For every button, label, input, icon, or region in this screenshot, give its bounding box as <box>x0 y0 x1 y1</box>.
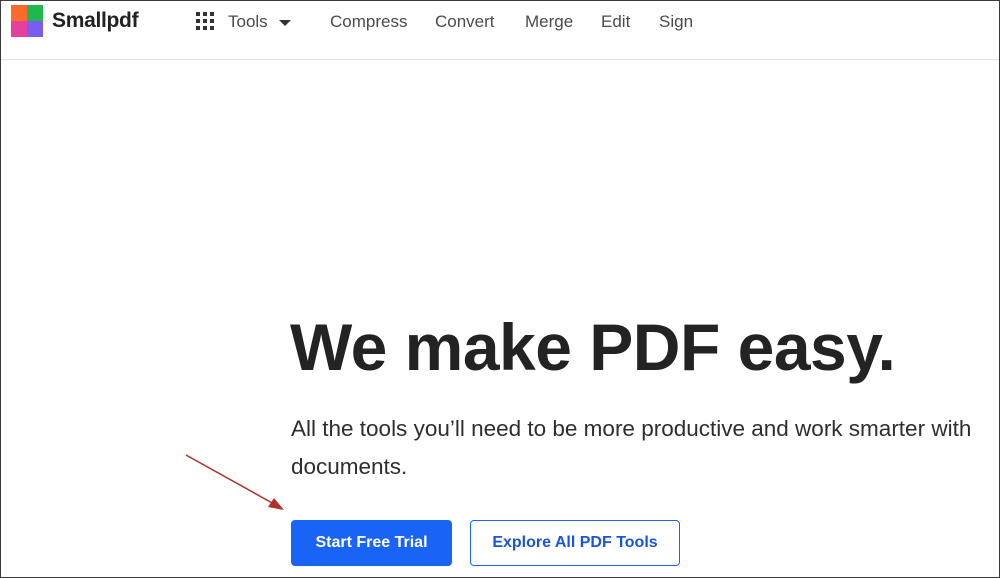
nav-link-sign[interactable]: Sign <box>659 12 693 32</box>
tools-menu-button[interactable]: Tools <box>196 10 291 34</box>
logo-square-4 <box>27 21 43 37</box>
caret-down-icon <box>278 19 291 26</box>
start-free-trial-button[interactable]: Start Free Trial <box>291 520 452 566</box>
nav-link-merge[interactable]: Merge <box>525 12 573 32</box>
browser-viewport: Smallpdf Tools Compress Convert Merge Ed… <box>0 0 1000 578</box>
explore-all-pdf-tools-button[interactable]: Explore All PDF Tools <box>470 520 680 566</box>
tools-label: Tools <box>228 12 268 31</box>
smallpdf-logo-icon <box>11 5 43 37</box>
apps-grid-icon <box>196 12 216 32</box>
logo-square-1 <box>11 5 27 21</box>
logo-square-2 <box>27 5 43 21</box>
hero-title: We make PDF easy. <box>290 310 896 384</box>
brand-name: Smallpdf <box>52 9 139 32</box>
hero-subtitle: All the tools you’ll need to be more pro… <box>291 416 972 479</box>
top-nav-bar: Smallpdf Tools Compress Convert Merge Ed… <box>1 1 999 60</box>
logo-square-3 <box>11 21 27 37</box>
nav-link-edit[interactable]: Edit <box>601 12 630 32</box>
nav-link-compress[interactable]: Compress <box>330 12 407 32</box>
smallpdf-logo[interactable]: Smallpdf <box>11 5 139 37</box>
nav-link-convert[interactable]: Convert <box>435 12 495 32</box>
